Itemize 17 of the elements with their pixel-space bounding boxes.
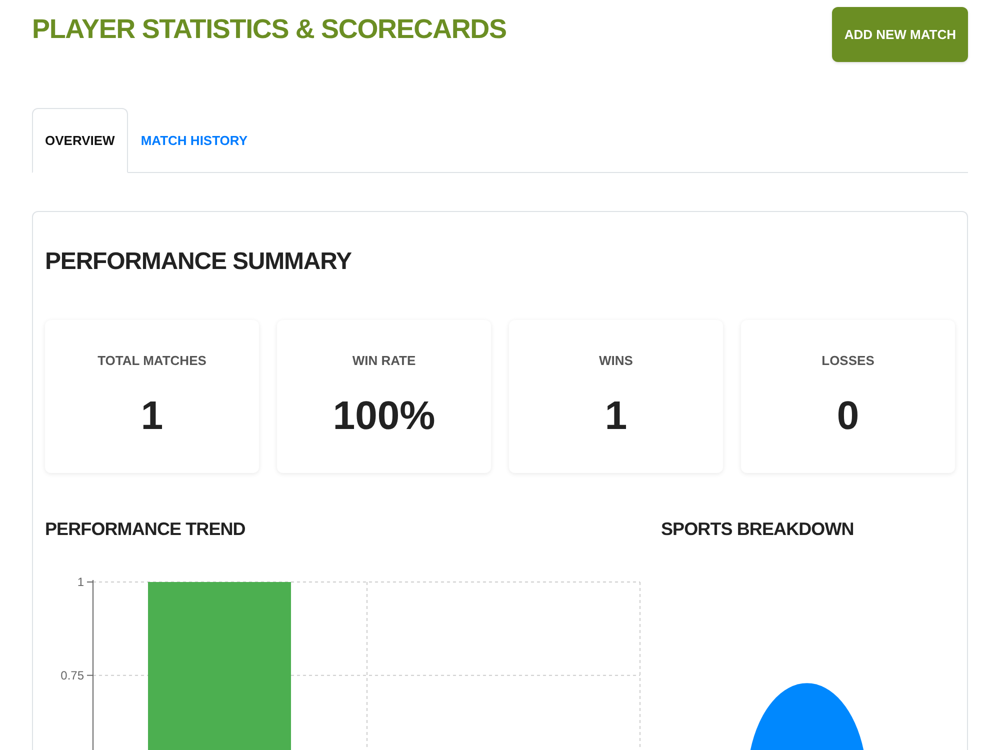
section-title: PERFORMANCE SUMMARY <box>45 248 352 276</box>
y-axis-label: 0.75 <box>60 668 84 682</box>
stat-label: LOSSES <box>822 353 874 369</box>
stat-value: 1 <box>604 394 628 438</box>
tab[interactable]: OVERVIEW <box>32 108 128 173</box>
stat-value: 100% <box>332 394 436 438</box>
stat-label: WIN RATE <box>352 353 416 369</box>
chart-title: PERFORMANCE TREND <box>45 518 246 541</box>
y-axis-label: 1 <box>77 575 84 589</box>
chart-title: SPORTS BREAKDOWN <box>661 518 855 541</box>
stat-label: TOTAL MATCHES <box>98 353 206 369</box>
tab[interactable]: MATCH HISTORY <box>128 108 260 173</box>
page-title: PLAYER STATISTICS & SCORECARDS <box>32 13 506 46</box>
stat-label: WINS <box>599 353 633 369</box>
add-match-button[interactable]: ADD NEW MATCH <box>832 7 968 62</box>
stat-value: 1 <box>140 394 164 438</box>
stat-value: 0 <box>836 394 860 438</box>
